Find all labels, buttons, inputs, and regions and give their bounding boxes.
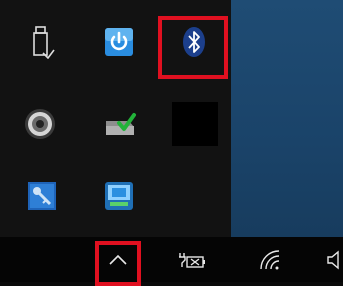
key-tool-icon[interactable] — [24, 178, 60, 214]
bluetooth-highlight-box — [158, 16, 228, 79]
speaker-icon[interactable] — [22, 106, 58, 142]
battery-unplugged-icon[interactable] — [176, 237, 208, 282]
device-settings-icon[interactable] — [101, 178, 137, 214]
desktop-background — [231, 0, 343, 237]
network-drive-check-icon[interactable] — [102, 106, 138, 142]
overflow-tray-panel — [0, 0, 231, 237]
power-manager-icon[interactable] — [101, 24, 137, 60]
usb-safely-remove-icon[interactable] — [24, 24, 60, 60]
blank-icon[interactable] — [172, 102, 218, 146]
taskbar — [0, 237, 343, 286]
volume-icon[interactable] — [326, 237, 343, 282]
wifi-icon[interactable] — [256, 237, 288, 282]
chevron-highlight-box — [95, 241, 141, 286]
